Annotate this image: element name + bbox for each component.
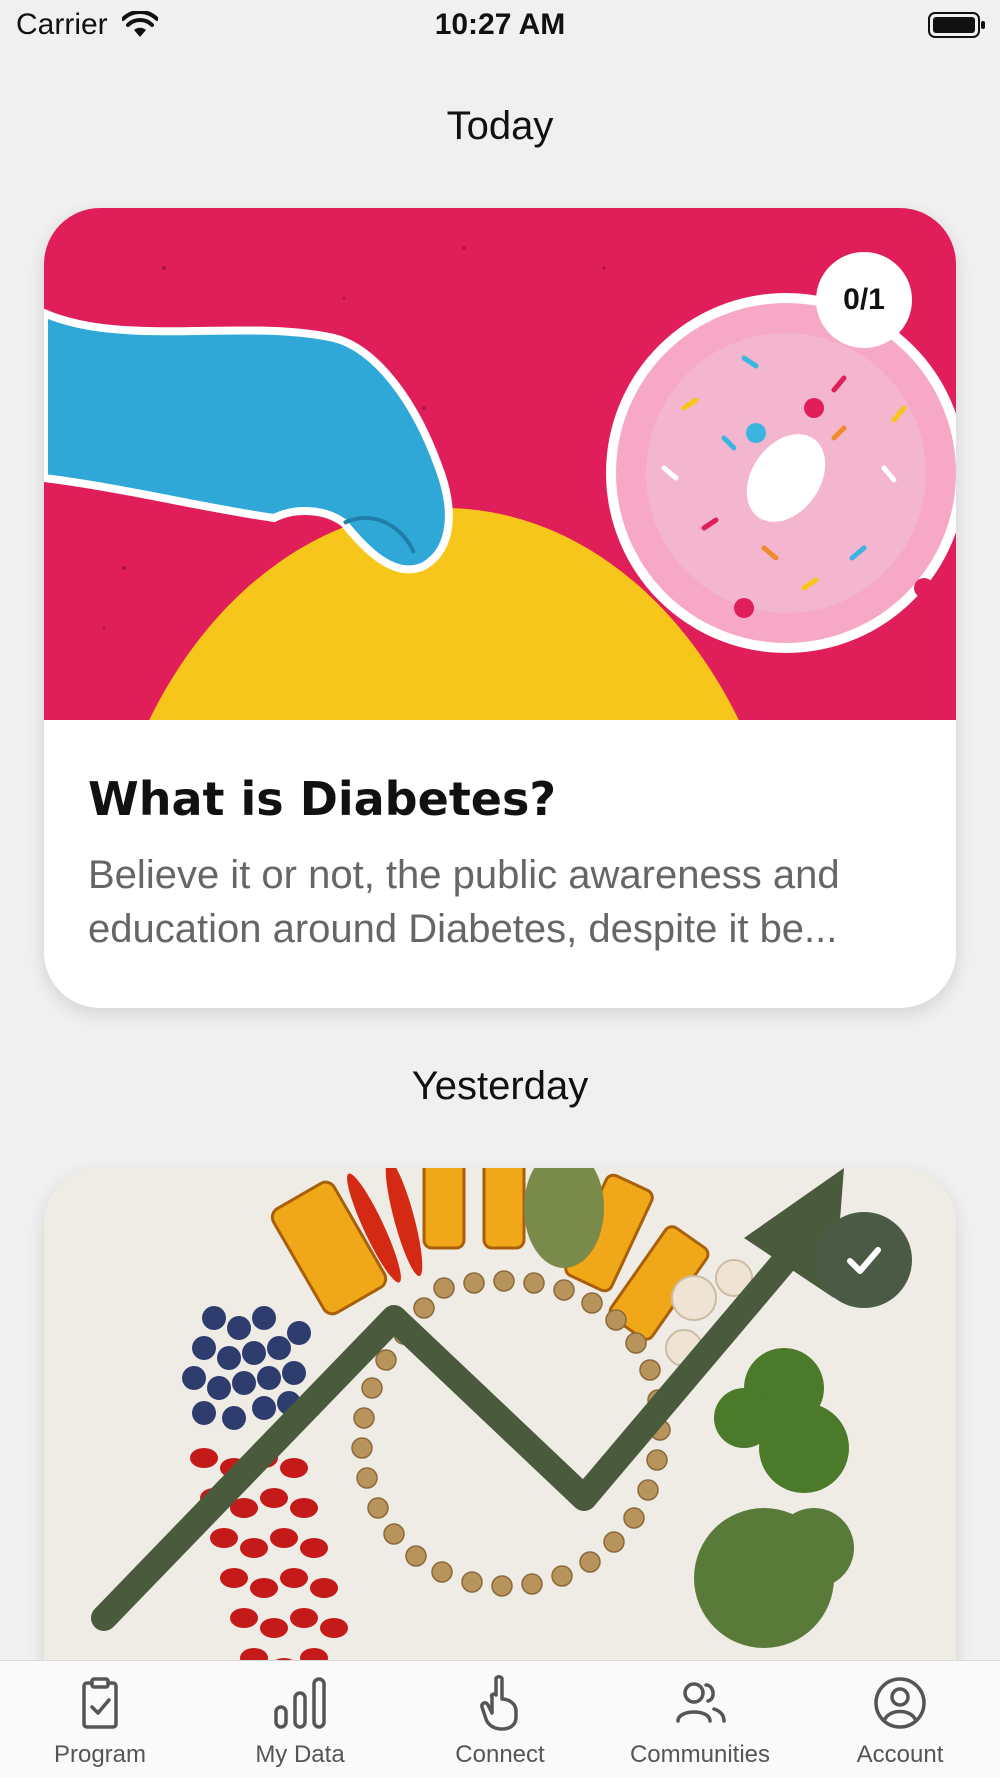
tab-program[interactable]: Program — [0, 1661, 200, 1778]
tab-communities[interactable]: Communities — [600, 1661, 800, 1778]
battery-icon — [928, 12, 985, 38]
clipboard-check-icon — [82, 1677, 118, 1729]
checkmark-icon — [847, 1247, 881, 1274]
status-bar: Carrier 10:27 AM — [0, 0, 1000, 50]
completed-badge — [816, 1212, 912, 1308]
tab-label: Account — [856, 1741, 944, 1768]
card-title: What is Diabetes? — [88, 772, 557, 826]
section-title-yesterday: Yesterday — [411, 1064, 589, 1108]
tab-label: Program — [53, 1741, 147, 1768]
tab-my-data[interactable]: My Data — [200, 1661, 400, 1778]
progress-badge: 0/1 — [816, 252, 912, 348]
people-icon — [676, 1682, 726, 1723]
section-title-today: Today — [446, 104, 554, 148]
bar-chart-icon — [274, 1677, 326, 1729]
card-illustration: 0/1 — [44, 208, 956, 1008]
tab-label: My Data — [255, 1741, 345, 1768]
user-circle-icon — [874, 1677, 926, 1729]
tab-label: Connect — [455, 1741, 545, 1768]
tab-connect[interactable]: Connect — [400, 1661, 600, 1778]
tab-account[interactable]: Account — [800, 1661, 1000, 1778]
status-time: 10:27 AM — [434, 8, 566, 41]
card-description: Believe it or not, the public awareness … — [88, 853, 840, 951]
lesson-card-diabetes[interactable]: 0/1 What is Diabetes? Believe it or not,… — [44, 208, 956, 1008]
tab-label: Communities — [629, 1741, 771, 1768]
hand-pointer-icon — [480, 1675, 518, 1731]
tab-bar: Program My Data Connect Communities Acco… — [0, 1660, 1000, 1778]
